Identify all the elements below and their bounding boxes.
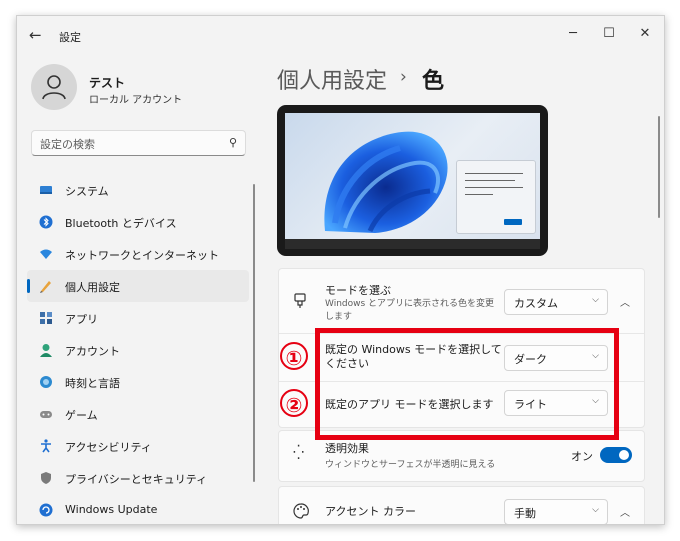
accessibility-icon [41, 439, 51, 453]
title-bar: ← 設定 ─ ☐ ✕ [17, 16, 664, 56]
sidebar-item-system[interactable]: システム [27, 174, 249, 206]
sidebar-item-label: アプリ [65, 313, 98, 326]
annotation-marker-2: ② [280, 389, 308, 417]
accent-value: 手動 [514, 507, 536, 520]
mode-title: モードを選ぶ [325, 284, 391, 297]
sidebar-item-gaming[interactable]: ゲーム [27, 398, 249, 430]
user-icon [42, 75, 66, 100]
annotation-highlight-box [315, 328, 619, 440]
app-title: 設定 [59, 31, 81, 44]
time-language-icon [40, 376, 52, 388]
transparency-description: ウィンドウとサーフェスが半透明に見える [325, 460, 496, 470]
transparency-icon: ⁛ [293, 445, 305, 461]
sidebar-item-label: プライバシーとセキュリティ [65, 473, 208, 486]
personalization-icon [40, 281, 51, 293]
sidebar-item-network[interactable]: ネットワークとインターネット [27, 238, 249, 270]
chevron-down-icon: ⌵ [592, 295, 599, 305]
apps-icon [40, 312, 52, 324]
content-scrollbar[interactable] [658, 116, 660, 218]
privacy-icon [41, 472, 51, 484]
sidebar-scrollbar[interactable] [253, 184, 255, 482]
mode-dropdown[interactable]: カスタム ⌵ [504, 289, 608, 315]
transparency-state: オン [571, 450, 593, 463]
selection-indicator [27, 279, 30, 293]
accent-dropdown[interactable]: 手動 ⌵ [504, 499, 608, 524]
network-icon [40, 249, 52, 259]
sidebar-item-apps[interactable]: アプリ [27, 302, 249, 334]
breadcrumb-separator: › [400, 67, 407, 87]
mode-value: カスタム [514, 297, 558, 310]
toggle-knob [619, 450, 629, 460]
search-input[interactable]: 設定の検索 ⚲ [31, 130, 246, 156]
page-title: 色 [422, 69, 445, 94]
chevron-down-icon: ⌵ [592, 505, 599, 515]
accent-title: アクセント カラー [325, 505, 416, 518]
sidebar-item-label: 個人用設定 [65, 281, 120, 294]
transparency-toggle[interactable] [600, 447, 632, 463]
sidebar-item-label: ネットワークとインターネット [65, 249, 219, 262]
bluetooth-icon [39, 215, 53, 229]
wallpaper-preview [285, 113, 540, 239]
user-name: テスト [89, 76, 126, 90]
sample-accent-button [504, 219, 522, 225]
back-arrow-icon[interactable]: ← [29, 26, 42, 44]
mode-description: Windows とアプリに表示される色を変更します [325, 299, 495, 322]
sidebar-item-privacy[interactable]: プライバシーとセキュリティ [27, 462, 249, 494]
palette-icon [293, 503, 309, 519]
sidebar-item-label: アカウント [65, 345, 120, 358]
sample-window [456, 160, 536, 234]
sidebar-item-label: システム [65, 185, 109, 198]
account-icon [40, 344, 52, 357]
accent-card: アクセント カラー 手動 ⌵ ︿ [278, 486, 645, 524]
minimize-button[interactable]: ─ [555, 22, 591, 46]
sidebar-item-label: Bluetooth とデバイス [65, 217, 177, 230]
settings-window: ← 設定 ─ ☐ ✕ テスト ローカル アカウント 設定の検索 ⚲ システム B… [16, 15, 665, 525]
sidebar-item-label: 時刻と言語 [65, 377, 120, 390]
paint-brush-icon [294, 293, 306, 308]
sidebar-item-accessibility[interactable]: アクセシビリティ [27, 430, 249, 462]
sidebar-nav: システム Bluetooth とデバイス ネットワークとインターネット 個人用設… [27, 174, 249, 524]
close-button[interactable]: ✕ [627, 22, 663, 46]
system-icon [40, 186, 52, 194]
search-icon[interactable]: ⚲ [229, 136, 237, 149]
windows-update-icon [39, 503, 53, 517]
sidebar-item-bluetooth[interactable]: Bluetooth とデバイス [27, 206, 249, 238]
sidebar-item-personalization[interactable]: 個人用設定 [27, 270, 249, 302]
collapse-chevron-icon[interactable]: ︿ [620, 294, 630, 309]
sidebar-item-accounts[interactable]: アカウント [27, 334, 249, 366]
maximize-button[interactable]: ☐ [591, 22, 627, 46]
breadcrumb-parent[interactable]: 個人用設定 [277, 63, 387, 95]
transparency-title: 透明効果 [325, 442, 369, 455]
sidebar-item-label: Windows Update [65, 503, 158, 516]
sidebar-item-label: アクセシビリティ [65, 441, 152, 454]
search-placeholder: 設定の検索 [40, 138, 95, 151]
annotation-marker-1: ① [280, 342, 308, 370]
account-type: ローカル アカウント [89, 95, 183, 106]
collapse-chevron-icon[interactable]: ︿ [620, 504, 630, 519]
gaming-icon [40, 411, 52, 418]
theme-preview [277, 105, 548, 256]
taskbar-preview [285, 239, 540, 249]
sidebar-item-time-language[interactable]: 時刻と言語 [27, 366, 249, 398]
avatar[interactable] [31, 64, 77, 110]
sidebar-item-label: ゲーム [65, 409, 98, 422]
sidebar-item-windows-update[interactable]: Windows Update [27, 494, 249, 524]
